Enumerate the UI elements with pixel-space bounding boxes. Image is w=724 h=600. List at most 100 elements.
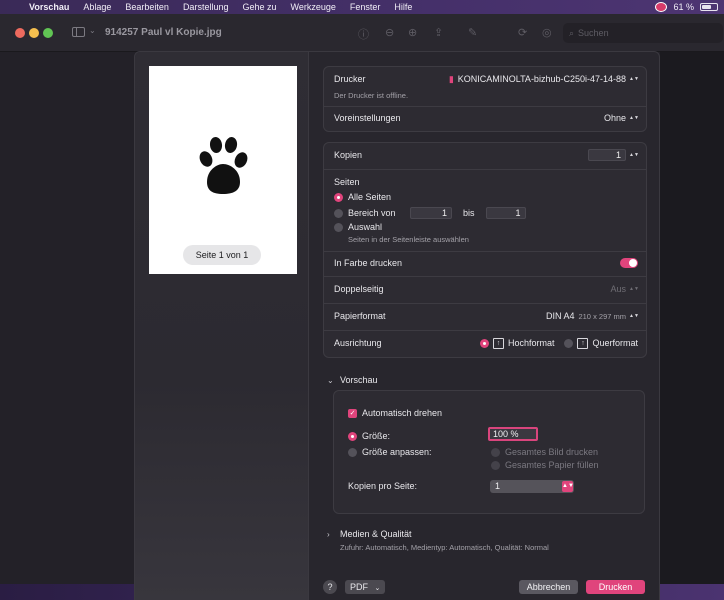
zoom-in-icon[interactable]: ⊕ [408,26,417,39]
fit-radio[interactable] [348,447,357,457]
landscape-label: Querformat [592,338,638,348]
title-bar: ⌄ 914257 Paul vl Kopie.jpg ⓘ ⊖ ⊕ ⇪ ✎ ⟳ ◎… [0,14,724,52]
page-range-label: Bereich von [348,208,396,218]
up-down-chevron-icon: ▲▼ [562,481,574,492]
size-input[interactable]: 100 % [488,427,538,441]
paw-print-image [199,137,248,194]
info-icon[interactable]: ⓘ [358,26,369,42]
media-section-header[interactable]: › Medien & Qualität [327,529,412,539]
markup-pen-icon[interactable]: ✎ [468,26,477,39]
presets-value: Ohne [603,113,626,123]
pdf-label: PDF [350,582,368,592]
selection-radio[interactable] [334,222,343,232]
presets-label: Voreinstellungen [334,113,401,123]
orientation-label: Ausrichtung [334,338,382,348]
battery-icon[interactable] [700,3,718,11]
vorschau-group: ✓ Automatisch drehen Größe: 100 % Größe … [333,390,645,514]
divider [324,276,646,277]
range-from-input[interactable]: 1 [410,207,452,219]
media-header-label: Medien & Qualität [340,529,412,539]
auto-rotate-checkbox[interactable]: ✓ [348,408,357,418]
up-down-chevron-icon: ▲▼ [629,75,639,82]
rotate-icon[interactable]: ⟳ [518,26,527,39]
close-window-button[interactable] [15,28,25,38]
size-radio[interactable] [348,431,357,441]
divider [324,106,646,107]
copies-label: Kopien [334,150,363,160]
all-pages-radio[interactable] [334,192,343,202]
menu-ablage[interactable]: Ablage [76,2,118,12]
battery-percent: 61 % [673,2,694,12]
status-menu-icon[interactable] [655,2,668,12]
menu-bar: Vorschau Ablage Bearbeiten Darstellung G… [0,0,724,14]
range-to-input[interactable]: 1 [485,207,526,219]
menu-darstellung[interactable]: Darstellung [176,2,236,12]
help-button[interactable]: ? [323,580,337,594]
duplex-value: Aus [610,284,626,294]
all-pages-label: Alle Seiten [348,192,392,202]
vorschau-section-header[interactable]: ⌄ Vorschau [327,375,378,385]
search-field[interactable]: ⌕ Suchen [563,23,723,43]
color-print-label: In Farbe drucken [334,258,403,268]
sidebar-toggle-icon[interactable] [72,27,85,37]
search-icon: ⌕ [569,27,575,38]
divider [324,169,646,170]
menu-hilfe[interactable]: Hilfe [387,2,419,12]
paper-size-select[interactable]: DIN A4 210 x 297 mm ▲▼ [545,310,639,322]
menu-bearbeiten[interactable]: Bearbeiten [118,2,176,12]
share-icon[interactable]: ⇪ [434,26,443,39]
dialog-footer: ? PDF ⌄ Abbrechen Drucken [309,572,659,600]
page-preview: Seite 1 von 1 [149,66,297,274]
paper-size-label: Papierformat [334,311,386,321]
portrait-icon: ↑ [492,337,504,349]
landscape-icon: ↑ [577,337,589,349]
zoom-window-button[interactable] [43,28,53,38]
search-placeholder: Suchen [578,28,609,38]
up-down-chevron-icon: ▲▼ [629,312,639,319]
copies-input[interactable]: 1 [588,149,626,161]
portrait-radio[interactable] [479,338,489,348]
fit-image-label: Gesamtes Bild drucken [505,447,599,457]
fit-image-radio[interactable] [491,447,500,457]
selection-label: Auswahl [348,222,383,232]
paper-size-value: DIN A4 [545,311,575,321]
chevron-down-icon: ⌄ [374,585,381,592]
color-print-toggle[interactable] [620,258,638,268]
printer-status: Der Drucker ist offline. [334,91,409,100]
menu-app-name[interactable]: Vorschau [22,2,76,12]
auto-rotate-label: Automatisch drehen [362,408,443,418]
page-range-radio[interactable] [334,208,343,218]
fit-paper-radio[interactable] [491,460,500,470]
chevron-down-icon: ⌄ [327,375,334,385]
cancel-button[interactable]: Abbrechen [519,580,578,594]
range-to-label: bis [463,208,475,218]
document-area [660,52,724,584]
pages-label: Seiten [334,177,360,187]
copies-stepper[interactable]: ▲▼ [629,149,639,161]
printer-value: KONICAMINOLTA-bizhub-C250i-47-14-88 [457,74,626,84]
menu-werkzeuge[interactable]: Werkzeuge [284,2,343,12]
pages-per-sheet-label: Kopien pro Seite: [348,481,418,491]
menu-fenster[interactable]: Fenster [343,2,388,12]
printer-select[interactable]: ▮ KONICAMINOLTA-bizhub-C250i-47-14-88 ▲▼ [448,73,639,85]
window-title: 914257 Paul vl Kopie.jpg [105,27,222,38]
up-down-chevron-icon: ▲▼ [629,114,639,121]
printer-warning-icon: ▮ [448,73,454,84]
pages-per-sheet-value: 1 [495,481,501,491]
pages-per-sheet-select[interactable]: 1 ▲▼ [490,480,574,493]
print-settings: Drucker ▮ KONICAMINOLTA-bizhub-C250i-47-… [309,52,659,600]
media-summary: Zufuhr: Automatisch, Medientyp: Automati… [340,543,549,552]
zoom-out-icon[interactable]: ⊖ [385,26,394,39]
print-button[interactable]: Drucken [586,580,645,594]
presets-select[interactable]: Ohne ▲▼ [603,112,639,124]
chevron-down-icon[interactable]: ⌄ [89,26,96,35]
printer-group: Drucker ▮ KONICAMINOLTA-bizhub-C250i-47-… [323,66,647,132]
up-down-chevron-icon: ▲▼ [629,285,639,292]
pdf-menu-button[interactable]: PDF ⌄ [345,580,385,594]
divider [324,303,646,304]
menu-gehe-zu[interactable]: Gehe zu [235,2,283,12]
landscape-radio[interactable] [564,338,574,348]
duplex-select[interactable]: Aus ▲▼ [610,283,638,295]
minimize-window-button[interactable] [29,28,39,38]
annotate-icon[interactable]: ◎ [542,26,552,39]
